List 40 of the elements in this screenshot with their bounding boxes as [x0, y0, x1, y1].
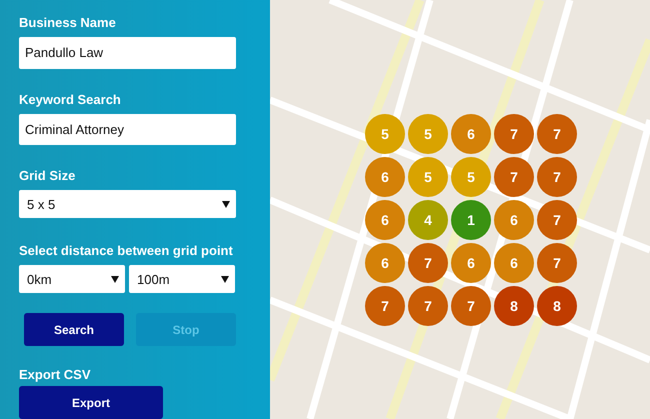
caret-icon	[111, 276, 119, 283]
business-name-input[interactable]: Pandullo Law	[19, 37, 236, 69]
rank-marker[interactable]: 5	[408, 157, 448, 197]
rank-marker[interactable]: 4	[408, 200, 448, 240]
export-button[interactable]: Export	[19, 386, 163, 419]
field-label: Export CSV	[19, 367, 91, 382]
rank-marker[interactable]: 6	[365, 157, 405, 197]
rank-marker[interactable]: 7	[408, 286, 448, 326]
action-button[interactable]: Search	[24, 313, 124, 346]
rank-marker[interactable]: 7	[451, 286, 491, 326]
rank-marker[interactable]: 6	[494, 200, 534, 240]
field-label: Business Name	[19, 15, 116, 30]
rank-marker[interactable]: 6	[451, 243, 491, 283]
rank-marker[interactable]: 7	[494, 114, 534, 154]
rank-marker[interactable]: 6	[494, 243, 534, 283]
rank-marker[interactable]: 6	[365, 243, 405, 283]
rank-marker[interactable]: 7	[494, 157, 534, 197]
rank-marker[interactable]: 6	[451, 114, 491, 154]
field-label: Keyword Search	[19, 92, 121, 107]
meters-dropdown[interactable]: 100m	[129, 265, 235, 294]
caret-icon	[221, 276, 229, 283]
rank-marker[interactable]: 8	[537, 286, 577, 326]
field-label: Select distance between grid point	[19, 243, 233, 258]
rank-marker[interactable]: 7	[537, 114, 577, 154]
rank-marker[interactable]: 8	[494, 286, 534, 326]
rank-marker[interactable]: 5	[408, 114, 448, 154]
rank-marker[interactable]: 7	[408, 243, 448, 283]
rank-marker[interactable]: 5	[365, 114, 405, 154]
rank-marker[interactable]: 7	[537, 200, 577, 240]
caret-icon	[222, 200, 230, 208]
rank-marker[interactable]: 5	[451, 157, 491, 197]
km-dropdown[interactable]: 0km	[19, 265, 125, 294]
field-label: Grid Size	[19, 168, 76, 184]
rank-marker[interactable]: 6	[365, 200, 405, 240]
grid-size-dropdown[interactable]: 5 x 5	[19, 190, 236, 218]
rank-marker[interactable]: 7	[537, 243, 577, 283]
keyword-input[interactable]: Criminal Attorney	[19, 114, 236, 146]
rank-marker[interactable]: 1	[451, 200, 491, 240]
rank-marker[interactable]: 7	[365, 286, 405, 326]
rank-marker[interactable]: 7	[537, 157, 577, 197]
